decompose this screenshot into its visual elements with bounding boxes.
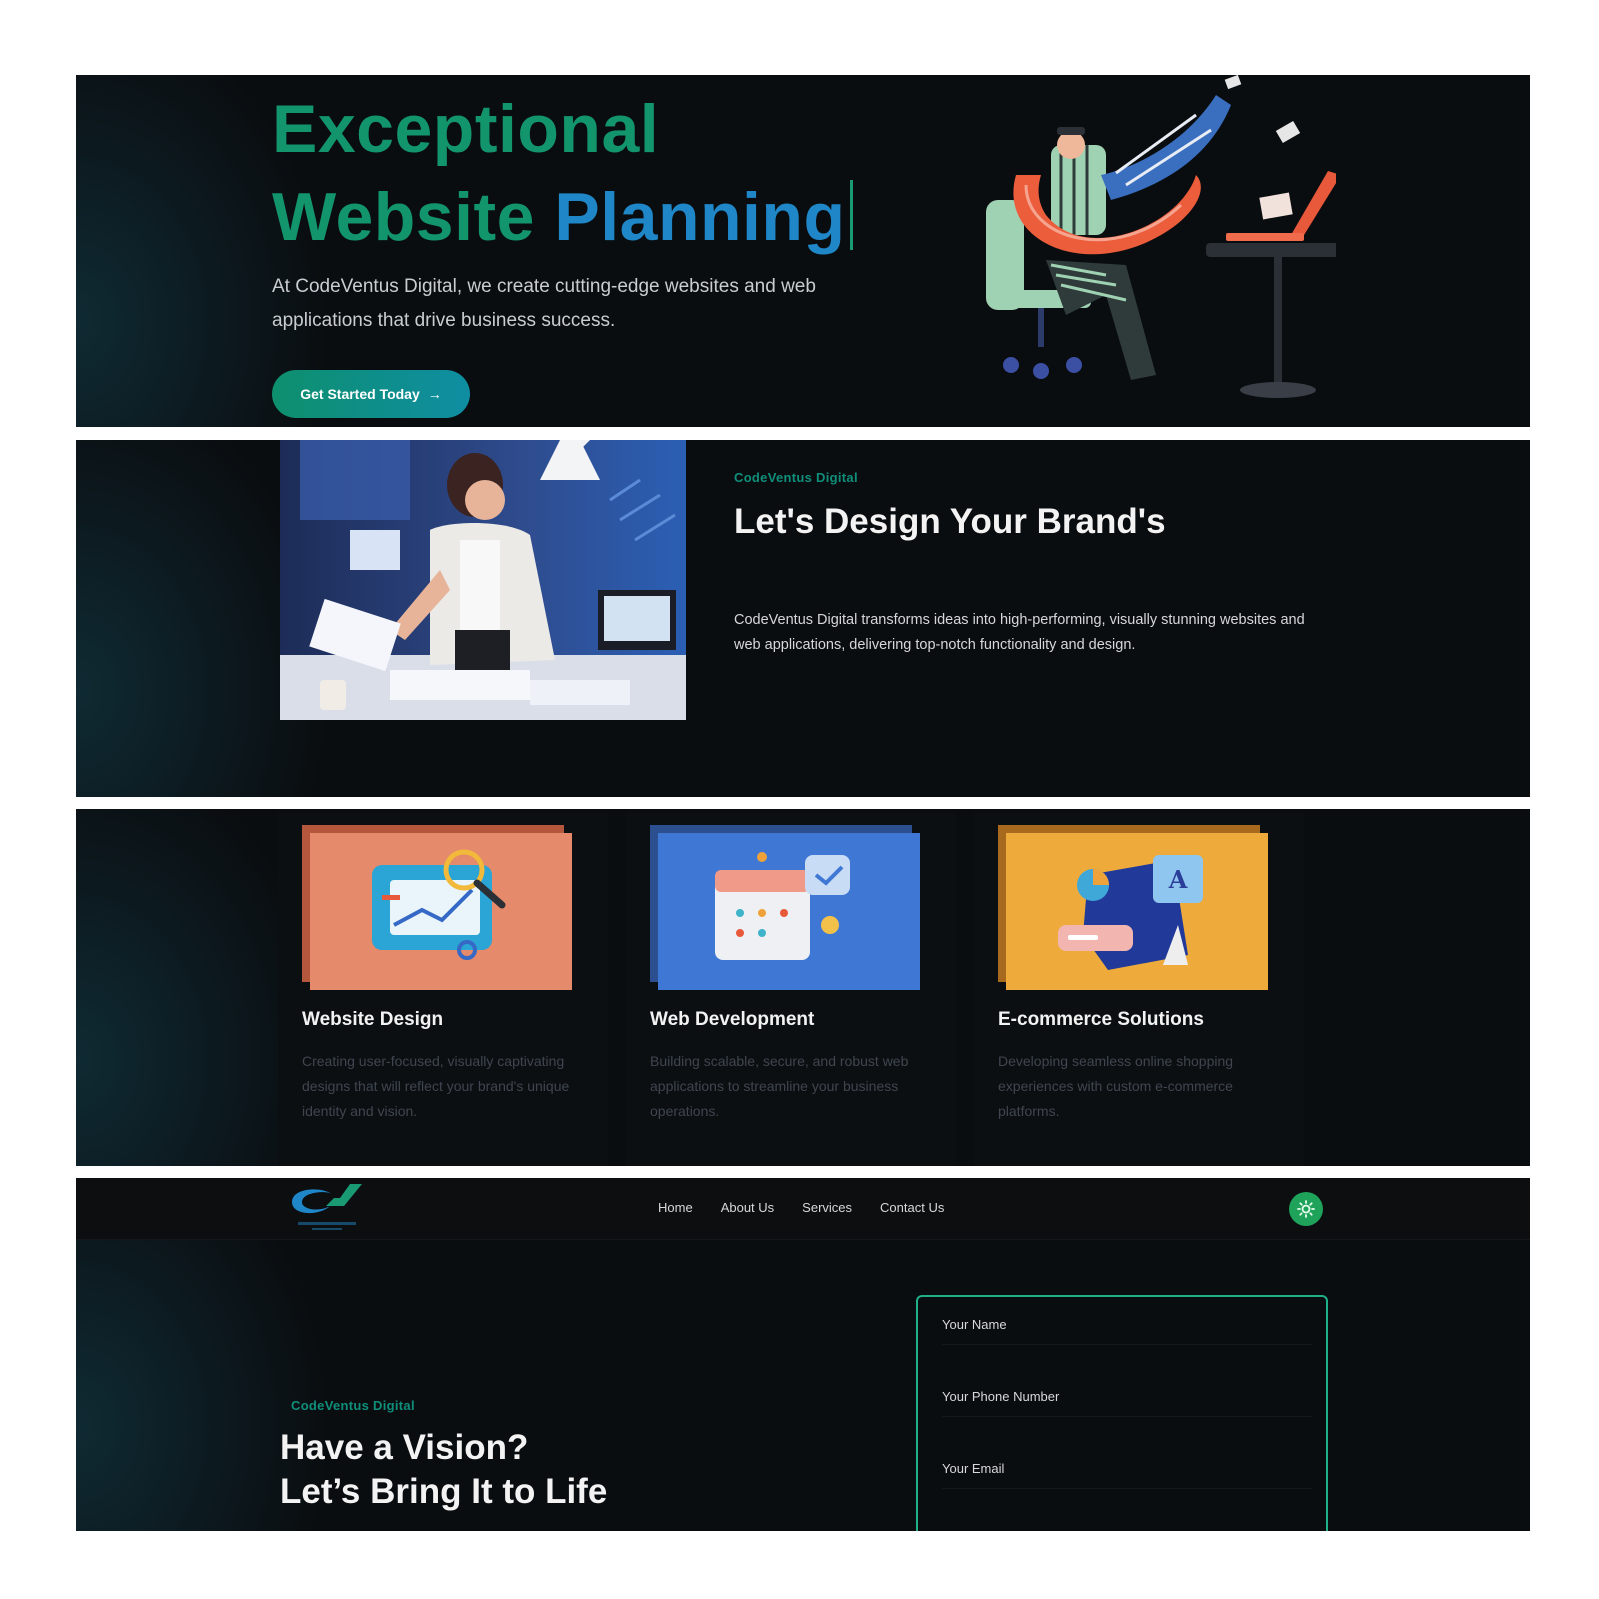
phone-field[interactable]: Your Phone Number bbox=[942, 1369, 1312, 1417]
contact-title-line1: Have a Vision? bbox=[280, 1428, 529, 1467]
service-description: Developing seamless online shopping expe… bbox=[998, 1053, 1234, 1119]
service-title: Website Design bbox=[302, 1009, 444, 1030]
contact-title-line2: Let’s Bring It to Life bbox=[280, 1472, 608, 1511]
nav-services-link[interactable]: Services bbox=[802, 1200, 852, 1215]
contact-title: Have a Vision? Let’s Bring It to Life bbox=[280, 1426, 607, 1514]
nav-links: Home About Us Services Contact Us bbox=[658, 1200, 944, 1215]
hero-title: Exceptional Website Planning bbox=[272, 85, 853, 261]
hero-section: Exceptional Website Planning At CodeVent… bbox=[76, 75, 1530, 427]
service-title: E-commerce Solutions bbox=[998, 1009, 1204, 1030]
contact-section: Home About Us Services Contact Us CodeVe… bbox=[76, 1178, 1530, 1531]
service-card-ecommerce-solutions[interactable]: A E-commerce Solutions Developing seamle… bbox=[974, 813, 1304, 1166]
sun-icon bbox=[1297, 1200, 1315, 1218]
chart-magnifier-icon bbox=[302, 825, 572, 990]
service-card-website-design[interactable]: Website Design Creating user-focused, vi… bbox=[278, 813, 608, 1166]
hero-title-word-website: Website bbox=[272, 179, 535, 255]
about-text: CodeVentus Digital transforms ideas into… bbox=[734, 612, 1305, 653]
svg-text:A: A bbox=[1168, 865, 1188, 894]
nav-contact-link[interactable]: Contact Us bbox=[880, 1200, 944, 1215]
nav-about-link[interactable]: About Us bbox=[721, 1200, 774, 1215]
email-field[interactable]: Your Email bbox=[942, 1441, 1312, 1489]
service-description: Building scalable, secure, and robust we… bbox=[650, 1053, 909, 1119]
hero-subtitle: At CodeVentus Digital, we create cutting… bbox=[272, 276, 816, 331]
theme-toggle-button[interactable] bbox=[1289, 1192, 1323, 1226]
service-card-web-development[interactable]: Web Development Building scalable, secur… bbox=[626, 813, 956, 1166]
typing-caret bbox=[849, 180, 853, 250]
woman-designer-photo bbox=[280, 440, 686, 720]
hero-title-line1: Exceptional bbox=[272, 91, 660, 167]
contact-eyebrow: CodeVentus Digital bbox=[291, 1398, 415, 1413]
service-title: Web Development bbox=[650, 1009, 815, 1030]
top-navbar: Home About Us Services Contact Us bbox=[76, 1178, 1530, 1240]
name-field[interactable]: Your Name bbox=[942, 1297, 1312, 1345]
shopping-shapes-icon: A bbox=[998, 825, 1268, 990]
about-section: CodeVentus Digital Let's Design Your Bra… bbox=[76, 440, 1530, 797]
arrow-right-icon: → bbox=[427, 386, 442, 402]
about-eyebrow: CodeVentus Digital bbox=[734, 470, 858, 485]
hero-title-word-planning: Planning bbox=[554, 179, 846, 255]
contact-form: Your Name Your Phone Number Your Email bbox=[916, 1295, 1328, 1531]
codeventus-logo-icon[interactable] bbox=[286, 1180, 368, 1238]
get-started-button[interactable]: Get Started Today → bbox=[272, 370, 470, 418]
calendar-check-icon bbox=[650, 825, 920, 990]
person-at-desk-illustration bbox=[986, 75, 1336, 398]
service-description: Creating user-focused, visually captivat… bbox=[302, 1053, 570, 1119]
nav-home-link[interactable]: Home bbox=[658, 1200, 693, 1215]
about-title: Let's Design Your Brand's bbox=[734, 502, 1166, 541]
get-started-label: Get Started Today bbox=[300, 386, 420, 402]
services-section: Website Design Creating user-focused, vi… bbox=[76, 809, 1530, 1166]
